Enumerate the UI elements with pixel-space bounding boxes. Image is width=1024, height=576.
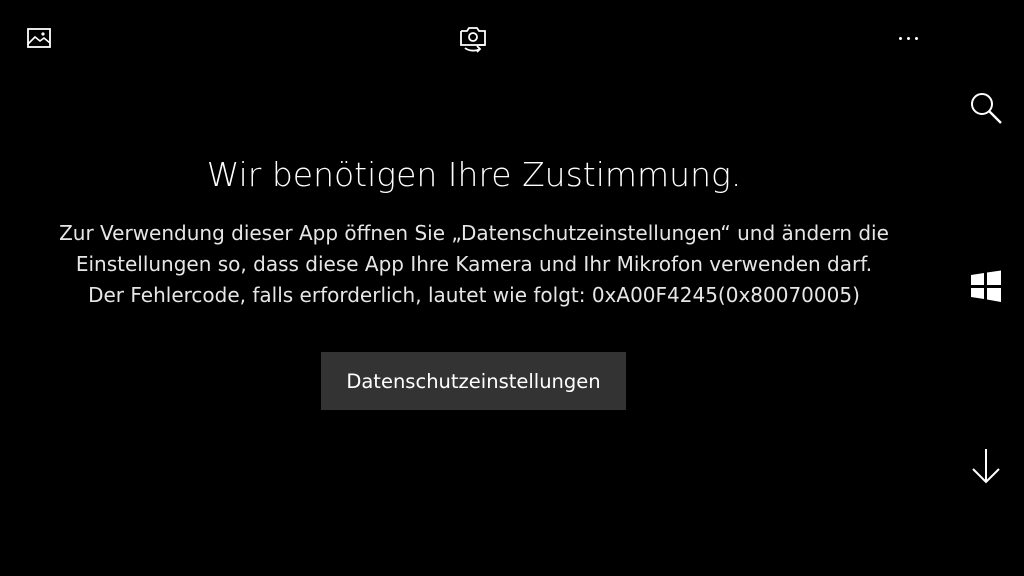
scroll-down-button[interactable] <box>964 446 1008 490</box>
windows-button[interactable] <box>964 266 1008 310</box>
consent-message-line: Einstellungen so, dass diese App Ihre Ka… <box>75 252 873 276</box>
more-options-button[interactable] <box>888 18 928 58</box>
arrow-down-icon <box>970 447 1002 489</box>
search-icon <box>968 90 1004 130</box>
photo-gallery-icon <box>27 28 51 52</box>
consent-title: Wir benötigen Ihre Zustimmung. <box>206 155 742 194</box>
camera-app-window: Wir benötigen Ihre Zustimmung. Zur Verwe… <box>0 0 1024 576</box>
search-button[interactable] <box>964 88 1008 132</box>
windows-logo-icon <box>970 270 1002 306</box>
privacy-settings-button[interactable]: Datenschutzeinstellungen <box>321 352 626 410</box>
consent-message-line: Der Fehlercode, falls erforderlich, laut… <box>88 283 860 307</box>
consent-panel: Wir benötigen Ihre Zustimmung. Zur Verwe… <box>0 150 948 311</box>
more-options-icon <box>898 36 918 40</box>
switch-camera-icon <box>456 23 490 57</box>
consent-message-line: Zur Verwendung dieser App öffnen Sie „Da… <box>59 221 889 245</box>
consent-message: Zur Verwendung dieser App öffnen Sie „Da… <box>24 218 924 311</box>
gallery-button[interactable] <box>19 20 59 60</box>
switch-camera-button[interactable] <box>453 20 493 60</box>
